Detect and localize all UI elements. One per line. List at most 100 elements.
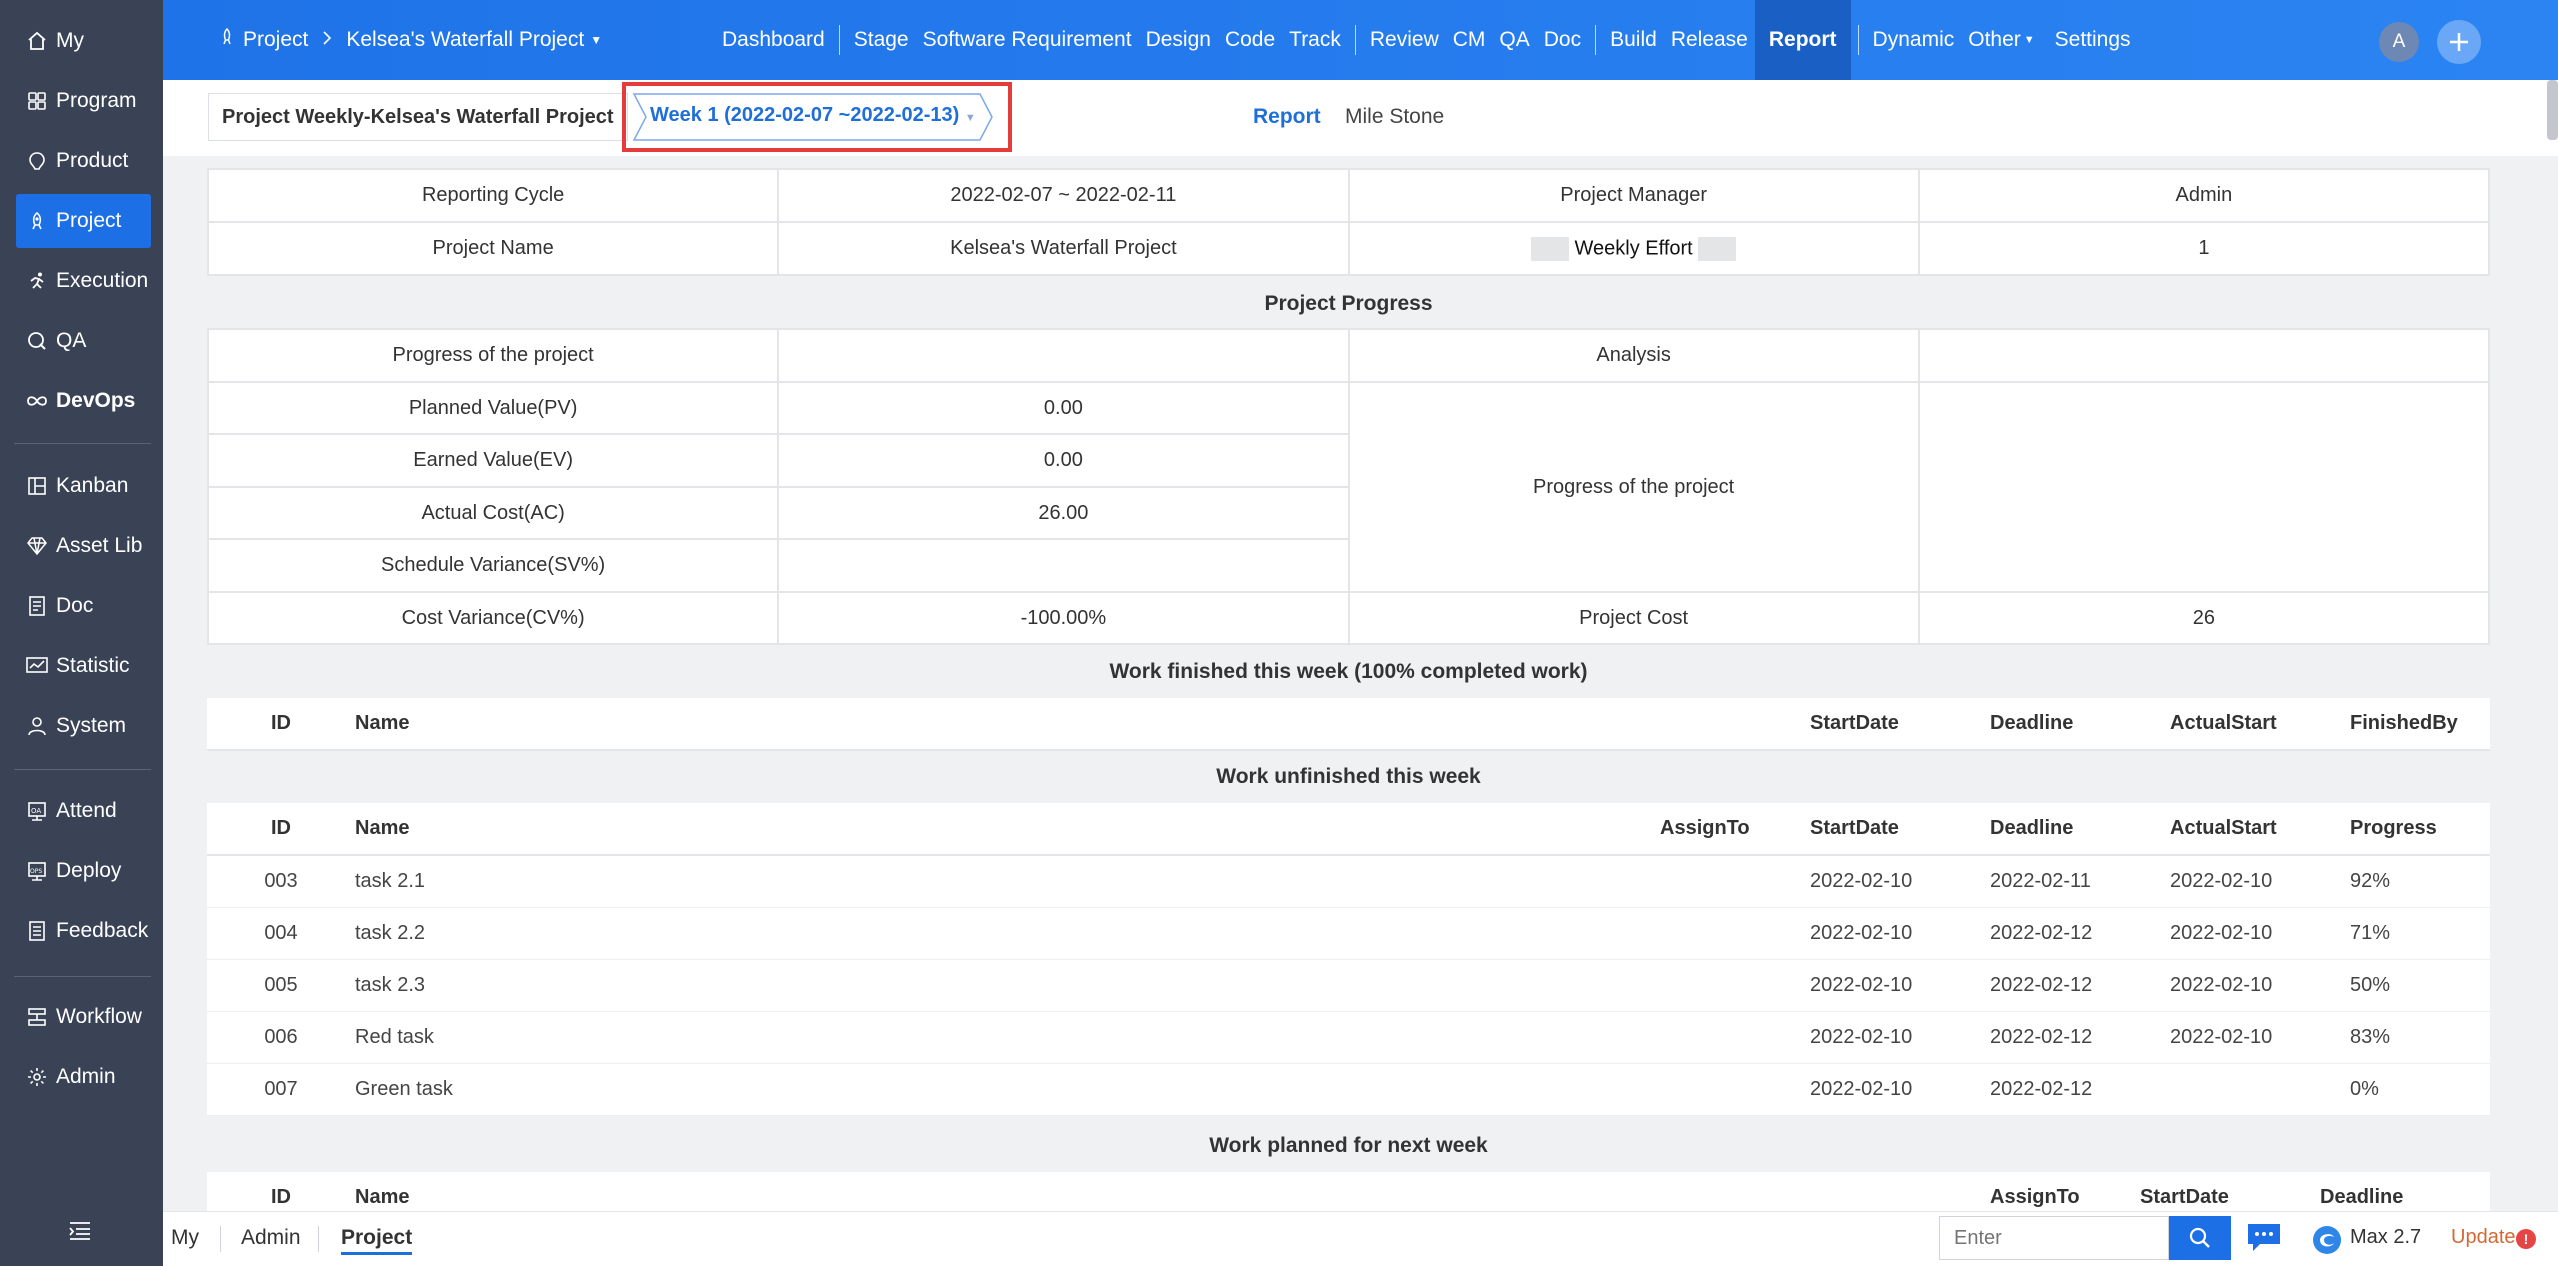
row-id: 003 bbox=[207, 855, 355, 908]
version-label[interactable]: Max 2.7 bbox=[2350, 1226, 2421, 1249]
sidebar-item-feedback[interactable]: Feedback bbox=[16, 904, 151, 958]
search-button[interactable] bbox=[2169, 1216, 2231, 1260]
nav-review[interactable]: Review bbox=[1363, 0, 1446, 80]
sv-label: Schedule Variance(SV%) bbox=[206, 538, 780, 593]
nav-code[interactable]: Code bbox=[1218, 0, 1282, 80]
blurred-region bbox=[1698, 236, 1737, 261]
project-manager-value: Admin bbox=[1917, 168, 2491, 223]
update-link[interactable]: Update bbox=[2451, 1226, 2516, 1249]
project-name-label: Project Name bbox=[206, 221, 780, 276]
bottom-tab-project[interactable]: Project bbox=[341, 1226, 413, 1255]
nav-track[interactable]: Track bbox=[1282, 0, 1348, 80]
caret-down-icon: ▼ bbox=[2023, 34, 2035, 46]
attend-icon: OA bbox=[26, 800, 48, 822]
col-finished-by: FinishedBy bbox=[2350, 698, 2490, 751]
sidebar-item-label: Feedback bbox=[56, 919, 149, 942]
pv-value: 0.00 bbox=[777, 381, 1350, 435]
task-link[interactable]: Green task bbox=[355, 1063, 1660, 1116]
sidebar-item-admin[interactable]: Admin bbox=[16, 1050, 151, 1104]
nav-dynamic[interactable]: Dynamic bbox=[1866, 0, 1962, 80]
nav-report[interactable]: Report bbox=[1754, 0, 1851, 80]
sidebar-item-label: Statistic bbox=[56, 654, 130, 677]
sidebar-item-execution[interactable]: Execution bbox=[16, 254, 151, 308]
chat-button[interactable] bbox=[2246, 1222, 2282, 1254]
progress-section: Progress of the project Analysis Planned… bbox=[206, 328, 2491, 645]
search-input[interactable] bbox=[1939, 1216, 2169, 1260]
nav-design[interactable]: Design bbox=[1139, 0, 1218, 80]
sidebar-item-kanban[interactable]: Kanban bbox=[16, 459, 151, 513]
table-row: 003 task 2.1 2022-02-10 2022-02-11 2022-… bbox=[207, 855, 2490, 908]
nav-build[interactable]: Build bbox=[1603, 0, 1664, 80]
work-planned-section: ID Name AssignTo StartDate Deadline bbox=[207, 1172, 2490, 1211]
sidebar-item-doc[interactable]: Doc bbox=[16, 579, 151, 633]
sidebar-item-attend[interactable]: OA Attend bbox=[16, 784, 151, 838]
weekly-effort-cell: Weekly Effort bbox=[1347, 221, 1920, 276]
sidebar-item-deploy[interactable]: OPS Deploy bbox=[16, 844, 151, 898]
analysis-progress-value bbox=[1917, 381, 2491, 593]
tab-milestone[interactable]: Mile Stone bbox=[1345, 105, 1444, 129]
doc-icon bbox=[26, 595, 48, 617]
caret-down-icon: ▼ bbox=[590, 33, 603, 47]
table-row: 004 task 2.2 2022-02-10 2022-02-12 2022-… bbox=[207, 907, 2490, 960]
task-link[interactable]: task 2.1 bbox=[355, 855, 1660, 908]
sidebar-item-program[interactable]: Program bbox=[16, 74, 151, 128]
analysis-progress-label: Progress of the project bbox=[1347, 381, 1920, 593]
sidebar-item-asset-lib[interactable]: Asset Lib bbox=[16, 519, 151, 573]
sidebar-item-product[interactable]: Product bbox=[16, 134, 151, 188]
nav-settings[interactable]: Settings bbox=[2048, 0, 2138, 80]
sidebar-item-label: Product bbox=[56, 149, 129, 172]
sidebar-item-label: Attend bbox=[56, 799, 117, 822]
sidebar-item-system[interactable]: System bbox=[16, 699, 151, 753]
task-link[interactable]: task 2.2 bbox=[355, 907, 1660, 960]
nav-software-requirement[interactable]: Software Requirement bbox=[916, 0, 1139, 80]
tab-report[interactable]: Report bbox=[1253, 105, 1321, 129]
bottom-tab-my[interactable]: My bbox=[171, 1226, 199, 1250]
col-deadline: Deadline bbox=[2320, 1172, 2490, 1211]
avatar[interactable]: A bbox=[2379, 22, 2419, 62]
row-assign bbox=[1660, 1011, 1810, 1064]
bottom-tab-admin[interactable]: Admin bbox=[241, 1226, 301, 1250]
sidebar-item-workflow[interactable]: Workflow bbox=[16, 990, 151, 1044]
sidebar-item-devops[interactable]: DevOps bbox=[16, 374, 151, 428]
nav-stage[interactable]: Stage bbox=[847, 0, 916, 80]
sidebar-item-qa[interactable]: QA bbox=[16, 314, 151, 368]
alert-icon: ! bbox=[2516, 1229, 2536, 1249]
create-button[interactable] bbox=[2437, 20, 2481, 64]
breadcrumb-project[interactable]: Project bbox=[243, 28, 308, 52]
nav-other[interactable]: Other ▼ bbox=[1961, 0, 2041, 80]
sidebar-item-label: Kanban bbox=[56, 474, 129, 497]
sidebar-divider bbox=[14, 443, 151, 444]
nav-doc[interactable]: Doc bbox=[1537, 0, 1588, 80]
ac-value: 26.00 bbox=[777, 486, 1350, 540]
row-deadline: 2022-02-12 bbox=[1990, 959, 2170, 1012]
sidebar-item-statistic[interactable]: Statistic bbox=[16, 639, 151, 693]
sidebar-item-label: My bbox=[56, 29, 84, 52]
page-scrollbar[interactable] bbox=[2547, 80, 2558, 140]
weekly-report-title[interactable]: Project Weekly-Kelsea's Waterfall Projec… bbox=[208, 93, 628, 141]
sidebar-item-my[interactable]: My bbox=[16, 14, 151, 68]
row-start: 2022-02-10 bbox=[1810, 1063, 1990, 1116]
nav-dashboard[interactable]: Dashboard bbox=[715, 0, 832, 80]
col-start-date: StartDate bbox=[1810, 803, 1990, 856]
sidebar-item-project[interactable]: Project bbox=[16, 194, 151, 248]
nav-qa[interactable]: QA bbox=[1492, 0, 1536, 80]
zentao-logo-icon bbox=[2311, 1224, 2343, 1256]
work-finished-table: ID Name StartDate Deadline ActualStart F… bbox=[207, 698, 2490, 751]
row-actual: 2022-02-10 bbox=[2170, 855, 2350, 908]
nav-cm[interactable]: CM bbox=[1446, 0, 1493, 80]
task-link[interactable]: Red task bbox=[355, 1011, 1660, 1064]
week-selector-label: Week 1 (2022-02-07 ~2022-02-13) ▼ bbox=[650, 104, 976, 127]
col-id: ID bbox=[207, 698, 355, 751]
left-sidebar: My Program Product Project Execution QA … bbox=[0, 0, 163, 1266]
deploy-icon: OPS bbox=[26, 860, 48, 882]
row-assign bbox=[1660, 855, 1810, 908]
nav-release[interactable]: Release bbox=[1664, 0, 1755, 80]
col-name: Name bbox=[355, 803, 1660, 856]
task-link[interactable]: task 2.3 bbox=[355, 959, 1660, 1012]
row-progress: 92% bbox=[2350, 855, 2490, 908]
collapse-menu-icon[interactable] bbox=[68, 1220, 96, 1248]
nav-separator bbox=[1595, 25, 1597, 55]
row-id: 004 bbox=[207, 907, 355, 960]
weekly-effort-value: 1 bbox=[1917, 221, 2491, 276]
breadcrumb-project-name[interactable]: Kelsea's Waterfall Project bbox=[346, 28, 584, 52]
